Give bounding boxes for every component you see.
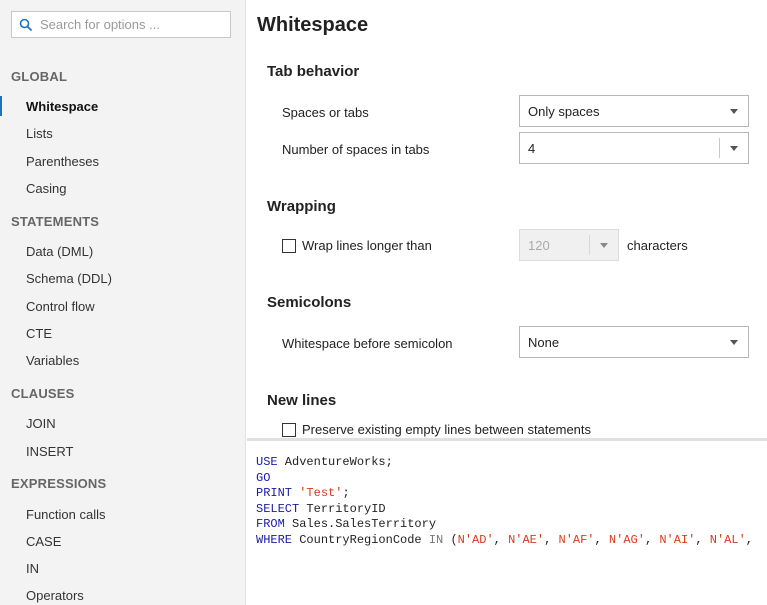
- search-input[interactable]: [40, 17, 225, 32]
- chevron-down-icon: [720, 96, 748, 126]
- preserve-empty-lines-label: Preserve existing empty lines between st…: [302, 422, 592, 437]
- preserve-empty-lines-checkbox[interactable]: [282, 422, 296, 437]
- code-string: N'AI': [659, 532, 696, 547]
- code-string: N'AD': [457, 532, 494, 547]
- code-keyword: GO: [256, 470, 271, 485]
- preserve-empty-lines-row[interactable]: Preserve existing empty lines between st…: [282, 422, 591, 437]
- sidebar: GLOBAL Whitespace Lists Parentheses Casi…: [0, 0, 246, 605]
- spaces-or-tabs-value: Only spaces: [528, 103, 600, 119]
- sidebar-item-cte[interactable]: CTE: [0, 321, 245, 345]
- ws-before-semicolon-select[interactable]: None: [519, 326, 749, 358]
- ws-before-semicolon-label: Whitespace before semicolon: [282, 336, 453, 351]
- code-keyword: IN: [428, 532, 444, 547]
- code-keyword: FROM: [256, 517, 285, 532]
- spaces-or-tabs-label: Spaces or tabs: [282, 105, 369, 120]
- heading-tab-behavior: Tab behavior: [267, 63, 360, 80]
- spaces-or-tabs-select[interactable]: Only spaces: [519, 95, 749, 127]
- code-text: CountryRegionCode: [292, 532, 429, 547]
- sidebar-item-operators[interactable]: Operators: [0, 583, 245, 605]
- code-string: N'AG': [608, 532, 645, 547]
- sidebar-item-join[interactable]: JOIN: [0, 411, 245, 435]
- wrap-lines-label: Wrap lines longer than: [302, 238, 432, 253]
- search-box[interactable]: [11, 11, 231, 38]
- search-icon: [12, 12, 40, 37]
- chevron-down-icon: [590, 230, 618, 260]
- code-text: ,: [644, 532, 660, 547]
- ws-before-semicolon-value: None: [528, 334, 560, 350]
- code-string: N'AE': [508, 532, 545, 547]
- code-text: ,: [544, 532, 559, 547]
- page-title: Whitespace: [257, 14, 369, 36]
- wrap-suffix-label: characters: [627, 238, 688, 253]
- section-title-expressions: EXPRESSIONS: [11, 476, 107, 491]
- sidebar-item-whitespace[interactable]: Whitespace: [0, 94, 245, 118]
- heading-semicolons: Semicolons: [267, 294, 352, 311]
- heading-new-lines: New lines: [267, 392, 337, 409]
- sidebar-item-in[interactable]: IN: [0, 556, 245, 580]
- num-spaces-label: Number of spaces in tabs: [282, 142, 430, 157]
- section-title-statements: STATEMENTS: [11, 214, 100, 229]
- num-spaces-stepper[interactable]: 4: [519, 132, 749, 164]
- code-text: ,: [695, 532, 710, 547]
- sidebar-item-control-flow[interactable]: Control flow: [0, 294, 245, 318]
- code-string: 'Test': [299, 486, 343, 501]
- wrap-lines-row[interactable]: Wrap lines longer than: [282, 238, 432, 253]
- code-text: Sales.SalesTerritory: [284, 517, 437, 532]
- sidebar-item-parentheses[interactable]: Parentheses: [0, 149, 245, 173]
- sidebar-item-casing[interactable]: Casing: [0, 176, 245, 200]
- sidebar-item-lists[interactable]: Lists: [0, 121, 245, 145]
- sidebar-item-schema-ddl[interactable]: Schema (DDL): [0, 266, 245, 290]
- section-title-global: GLOBAL: [11, 69, 68, 84]
- code-keyword: USE: [256, 455, 278, 469]
- code-keyword: PRINT: [256, 486, 293, 501]
- heading-wrapping: Wrapping: [267, 198, 336, 215]
- code-text: ,: [493, 532, 509, 547]
- sidebar-item-function-calls[interactable]: Function calls: [0, 502, 245, 526]
- wrap-length-value: 120: [528, 237, 550, 253]
- code-text: TerritoryID: [299, 501, 386, 516]
- code-string: N'AL': [709, 532, 746, 547]
- sidebar-item-variables[interactable]: Variables: [0, 348, 245, 372]
- wrap-length-stepper: 120: [519, 229, 619, 261]
- sidebar-item-case[interactable]: CASE: [0, 529, 245, 553]
- code-text: ;: [342, 486, 350, 501]
- chevron-down-icon: [720, 327, 748, 357]
- chevron-down-icon[interactable]: [720, 133, 748, 163]
- code-keyword: SELECT: [256, 501, 300, 516]
- num-spaces-value: 4: [528, 140, 536, 156]
- section-title-clauses: CLAUSES: [11, 386, 75, 401]
- wrap-lines-checkbox[interactable]: [282, 238, 296, 253]
- code-preview: USE AdventureWorks; GO PRINT 'Test'; SEL…: [247, 438, 767, 605]
- code-text: ,: [745, 532, 761, 547]
- sidebar-item-data-dml[interactable]: Data (DML): [0, 239, 245, 263]
- code-string: N'AF': [558, 532, 595, 547]
- code-text: ,: [594, 532, 609, 547]
- code-keyword: WHERE: [256, 532, 293, 547]
- sidebar-item-insert[interactable]: INSERT: [0, 439, 245, 463]
- code-text: (: [443, 532, 458, 547]
- code-text: AdventureWorks;: [277, 455, 393, 469]
